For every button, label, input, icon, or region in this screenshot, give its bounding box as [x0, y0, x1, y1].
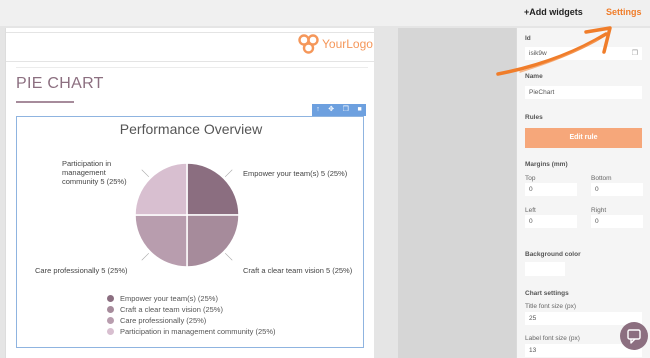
slice-label-empower: Empower your team(s) 5 (25%) — [243, 169, 348, 178]
chat-icon — [627, 329, 641, 344]
settings-button[interactable]: Settings — [606, 7, 642, 17]
report-canvas: YourLogo PIE CHART ↑ ✥ ❐ ■ Performance O… — [5, 28, 377, 358]
legend-swatch — [107, 295, 114, 302]
widget-toolbar: ↑ ✥ ❐ ■ — [312, 104, 366, 116]
id-value: isik9w — [529, 50, 547, 57]
slice-label-line: Participation in — [62, 159, 112, 168]
rules-label: Rules — [525, 114, 543, 121]
legend-swatch — [107, 317, 114, 324]
edit-rule-button[interactable]: Edit rule — [525, 128, 642, 148]
legend-label: Empower your team(s) (25%) — [120, 294, 218, 303]
legend-swatch — [107, 306, 114, 313]
margin-left-field[interactable]: 0 — [525, 215, 577, 228]
add-widgets-button[interactable]: +Add widgets — [524, 7, 583, 17]
background-color-picker[interactable] — [525, 262, 565, 276]
settings-panel: Id isik9w ❐ Name PieChart Rules Edit rul… — [516, 28, 650, 358]
slice-label-participation: Participation in management community 5 … — [62, 159, 127, 186]
leader-line-craft — [224, 252, 233, 261]
margins-label: Margins (mm) — [525, 161, 568, 168]
copy-icon[interactable]: ❐ — [343, 104, 349, 116]
leader-line-participation — [141, 169, 150, 178]
bottom-label: Bottom — [591, 175, 612, 182]
legend-item: Empower your team(s) (25%) — [107, 293, 276, 304]
chart-settings-label: Chart settings — [525, 290, 569, 297]
margin-right-field[interactable]: 0 — [591, 215, 643, 228]
logo-icon — [298, 34, 319, 54]
id-field[interactable]: isik9w ❐ — [525, 47, 642, 60]
margin-top-field[interactable]: 0 — [525, 183, 577, 196]
chat-button[interactable] — [620, 322, 648, 350]
left-label: Left — [525, 207, 536, 214]
trash-icon[interactable]: ■ — [357, 104, 361, 116]
legend-item: Craft a clear team vision (25%) — [107, 304, 276, 315]
title-underline — [16, 101, 74, 103]
background-color-label: Background color — [525, 251, 581, 258]
divider — [16, 67, 368, 68]
legend-label: Care professionally (25%) — [120, 316, 207, 325]
chart-legend: Empower your team(s) (25%) Craft a clear… — [107, 293, 276, 337]
leader-line-empower — [224, 169, 233, 178]
page-title: PIE CHART — [16, 75, 104, 92]
slice-label-care: Care professionally 5 (25%) — [35, 266, 128, 275]
legend-swatch — [107, 328, 114, 335]
pie-chart-widget[interactable]: ↑ ✥ ❐ ■ Performance Overview Empower you… — [16, 104, 366, 348]
legend-label: Participation in management community (2… — [120, 327, 276, 336]
arrow-up-icon[interactable]: ↑ — [316, 104, 320, 116]
legend-label: Craft a clear team vision (25%) — [120, 305, 223, 314]
slice-label-craft: Craft a clear team vision 5 (25%) — [243, 266, 353, 275]
id-label: Id — [525, 35, 531, 42]
label-font-size-label: Label font size (px) — [525, 335, 580, 342]
copy-icon[interactable]: ❐ — [632, 49, 638, 57]
slice-label-line: community 5 (25%) — [62, 177, 127, 186]
right-label: Right — [591, 207, 607, 214]
logo: YourLogo — [297, 33, 377, 55]
leader-line-care — [141, 252, 150, 261]
title-font-size-label: Title font size (px) — [525, 303, 577, 310]
top-label: Top — [525, 175, 536, 182]
top-bar: +Add widgets Settings — [0, 0, 650, 26]
move-icon[interactable]: ✥ — [328, 104, 334, 116]
margin-bottom-field[interactable]: 0 — [591, 183, 643, 196]
legend-item: Care professionally (25%) — [107, 315, 276, 326]
name-field[interactable]: PieChart — [525, 86, 642, 99]
name-label: Name — [525, 73, 543, 80]
legend-item: Participation in management community (2… — [107, 326, 276, 337]
logo-text: YourLogo — [322, 37, 373, 51]
slice-label-line: management — [62, 168, 106, 177]
canvas-gutter — [398, 28, 516, 358]
